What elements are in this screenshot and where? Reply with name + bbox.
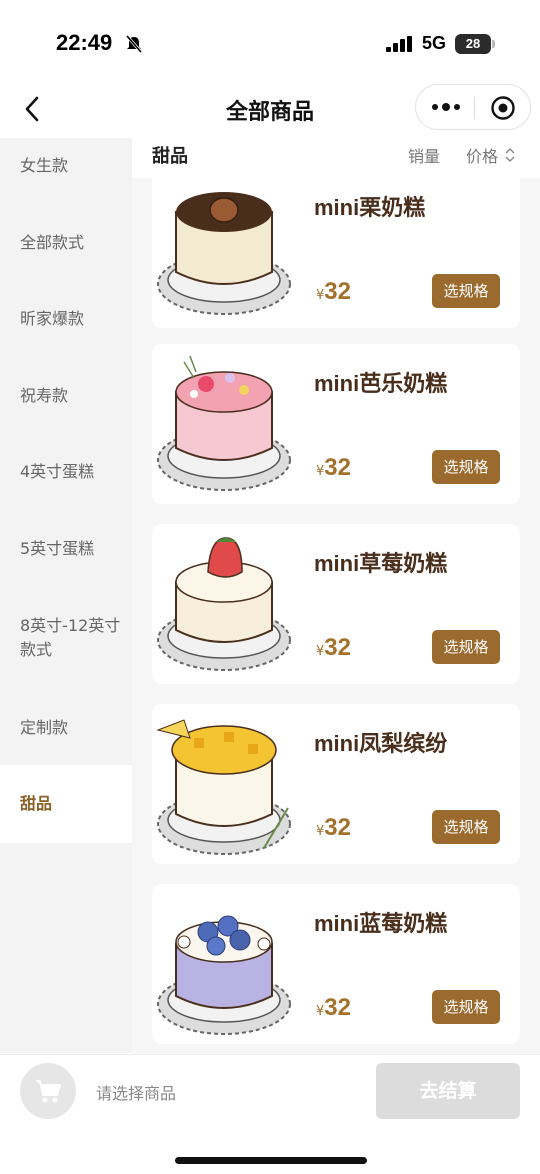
product-card[interactable]: mini凤梨缤纷 ¥32 选规格 [152,704,520,864]
product-card[interactable]: mini草莓奶糕 ¥32 选规格 [152,524,520,684]
product-card[interactable]: mini蓝莓奶糕 ¥32 选规格 [152,884,520,1044]
cart-button[interactable] [20,1063,76,1119]
sidebar-item[interactable]: 昕家爆款 [0,307,132,331]
sort-by-sales[interactable]: 销量 [408,143,440,167]
list-header: 甜品 销量 价格 [132,138,540,178]
product-price: ¥32 [316,814,351,842]
sidebar-item[interactable]: 5英寸蛋糕 [0,537,132,561]
sort-arrows-icon[interactable] [504,146,516,164]
cake-image [156,719,291,855]
product-name: mini芭乐奶糕 [314,371,448,396]
battery-icon: 28 [455,34,491,54]
cake-image [157,537,291,671]
cake-image [157,192,291,315]
product-name: mini栗奶糕 [314,195,426,220]
cake-image [157,355,291,491]
product-price: ¥32 [316,278,351,306]
product-price: ¥32 [316,454,351,482]
select-spec-button[interactable]: 选规格 [432,450,500,484]
sidebar-item[interactable]: 定制款 [0,716,132,740]
signal-icon [386,36,412,52]
sidebar-item[interactable]: 祝寿款 [0,384,132,408]
network-type: 5G [422,33,447,53]
select-spec-button[interactable]: 选规格 [432,274,500,308]
price-amount: 32 [324,278,351,305]
cart-icon [36,1080,61,1103]
sidebar-item[interactable]: 女生款 [0,154,132,178]
select-spec-button[interactable]: 选规格 [432,990,500,1024]
current-category-title: 甜品 [152,146,188,167]
price-amount: 32 [324,634,351,661]
home-indicator [175,1157,367,1164]
sidebar-item[interactable]: 4英寸蛋糕 [0,460,132,484]
product-price: ¥32 [316,994,351,1022]
mini-program-capsule [415,84,531,130]
bell-muted-icon [125,35,143,53]
capsule-divider [474,97,475,119]
nav-bar: 全部商品 [0,80,540,138]
sidebar-item-active[interactable]: 甜品 [0,765,132,843]
cake-image [157,915,291,1035]
price-amount: 32 [324,994,351,1021]
product-card[interactable]: mini栗奶糕 ¥32 选规格 [152,178,520,328]
product-name: mini凤梨缤纷 [314,731,448,756]
cart-hint: 请选择商品 [96,1084,177,1103]
bottom-cart-bar: 请选择商品 去结算 [0,1054,540,1174]
sidebar-item[interactable]: 全部款式 [0,231,132,255]
close-target-icon[interactable] [490,95,516,121]
product-list: mini栗奶糕 ¥32 选规格 mini芭乐奶糕 ¥32 选规格 mini草莓奶… [132,178,540,1054]
price-amount: 32 [324,814,351,841]
product-price: ¥32 [316,634,351,662]
select-spec-button[interactable]: 选规格 [432,810,500,844]
category-sidebar: 女生款 全部款式 昕家爆款 祝寿款 4英寸蛋糕 5英寸蛋糕 8英寸-12英寸款式… [0,138,132,1053]
product-name: mini草莓奶糕 [314,551,448,576]
product-card[interactable]: mini芭乐奶糕 ¥32 选规格 [152,344,520,504]
battery-tip [492,40,495,48]
price-amount: 32 [324,454,351,481]
status-bar: 22:49 5G 28 [0,0,540,88]
sort-by-price[interactable]: 价格 [466,143,498,167]
checkout-button[interactable]: 去结算 [376,1063,520,1119]
select-spec-button[interactable]: 选规格 [432,630,500,664]
sidebar-item[interactable]: 8英寸-12英寸款式 [0,614,132,662]
product-name: mini蓝莓奶糕 [314,911,448,936]
more-icon[interactable] [430,98,462,116]
status-time: 22:49 [56,30,113,55]
